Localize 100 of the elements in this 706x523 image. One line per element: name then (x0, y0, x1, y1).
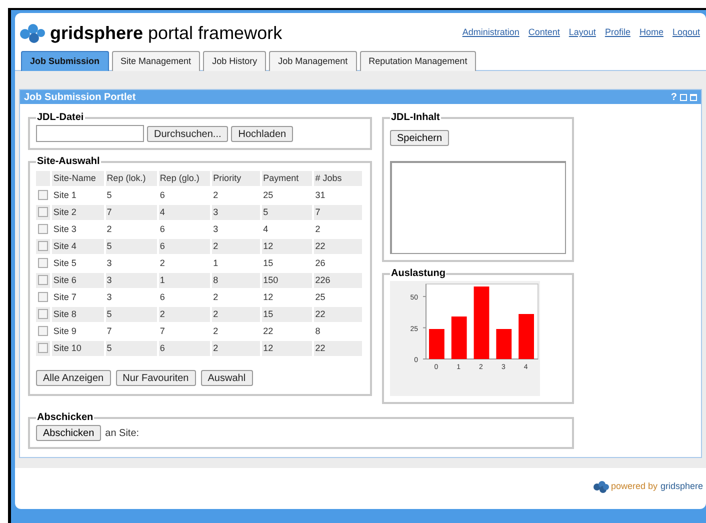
table-cell: Site 8 (52, 307, 104, 322)
form-button[interactable]: Nur Favouriten (116, 370, 196, 386)
bar (429, 329, 444, 359)
table-cell: Site 10 (52, 341, 104, 356)
table-cell: 150 (262, 273, 312, 288)
checkbox[interactable] (38, 258, 48, 268)
column-header: Payment (262, 171, 312, 186)
checkbox[interactable] (38, 343, 48, 354)
fieldset-legend: Auslastung (390, 266, 446, 281)
table-cell: 12 (262, 239, 312, 254)
fieldset-legend: JDL-Datei (36, 110, 85, 125)
checkbox[interactable] (38, 224, 48, 234)
table-cell-text: 6 (158, 222, 166, 236)
fieldset-legend: Abschicken (36, 410, 94, 425)
nav-link[interactable]: Profile (604, 26, 630, 40)
tab[interactable]: Reputation Management (360, 51, 476, 71)
table-cell: 3 (212, 205, 260, 220)
table-cell: Site 4 (52, 239, 104, 254)
fieldset-legend: JDL-Inhalt (390, 110, 441, 125)
save-button[interactable]: Speichern (390, 130, 450, 146)
minimize-icon[interactable] (680, 94, 687, 100)
checkbox[interactable] (38, 190, 48, 200)
table-cell-text: 7 (158, 324, 166, 338)
table-cell-text: Site 9 (52, 324, 78, 338)
table-cell-text: 3 (106, 256, 113, 270)
table-cell-text: Site 5 (52, 256, 78, 270)
table-cell-text: 1 (212, 256, 220, 270)
table-cell: 22 (314, 341, 362, 356)
tab[interactable]: Job History (203, 51, 266, 71)
maximize-icon[interactable] (690, 94, 697, 100)
table-cell-text: 2 (212, 324, 220, 338)
brand-name: gridsphere (50, 22, 144, 45)
table-cell: 1 (158, 273, 210, 288)
table-cell-text: 2 (212, 290, 220, 304)
tab[interactable]: Site Management (112, 51, 200, 71)
nav-link[interactable]: Home (639, 26, 664, 40)
portlet-title: Job Submission Portlet (24, 90, 136, 104)
checkbox[interactable] (38, 326, 48, 336)
table-cell: 15 (262, 307, 312, 322)
table-cell-text: 12 (262, 290, 274, 304)
submit-button[interactable]: Abschicken (36, 425, 102, 441)
table-cell-text: 15 (262, 256, 274, 270)
nav-link[interactable]: Content (528, 26, 560, 40)
table-cell: Site 6 (52, 273, 104, 288)
form-button[interactable]: Hochladen (231, 126, 294, 142)
table-cell: 4 (158, 205, 210, 220)
table-cell-text: 2 (106, 222, 113, 236)
site-label: an Site: (105, 426, 140, 440)
nav-link[interactable]: Administration (462, 26, 520, 40)
table-cell-text: 31 (314, 188, 326, 202)
table-cell-text: 2 (212, 188, 220, 202)
checkbox[interactable] (38, 241, 48, 252)
table-cell: 6 (158, 239, 210, 254)
checkbox[interactable] (38, 275, 48, 286)
table-cell-text: 25 (262, 188, 274, 202)
checkbox[interactable] (38, 309, 48, 320)
table-cell: 5 (106, 307, 157, 322)
tab[interactable]: Job Management (269, 51, 357, 71)
tab[interactable]: Job Submission (21, 51, 109, 71)
table-cell: 6 (158, 341, 210, 356)
table-cell-text: 8 (314, 324, 322, 338)
table-cell: Site 2 (52, 205, 104, 220)
table-cell-text: 3 (212, 222, 220, 236)
column-header: # Jobs (314, 171, 362, 186)
checkbox[interactable] (38, 207, 48, 218)
table-cell-text: 22 (262, 324, 274, 338)
table-cell: 8 (212, 273, 260, 288)
table-cell-text: 5 (106, 188, 113, 202)
bar (496, 329, 512, 359)
table-cell-text: Site 3 (52, 222, 78, 236)
table-cell: 5 (106, 239, 157, 254)
table-cell: 226 (314, 273, 362, 288)
table-cell-text: 2 (158, 256, 166, 270)
fieldset-legend: Site-Auswahl (36, 154, 101, 169)
nav-link[interactable]: Logout (672, 26, 700, 40)
table-cell: 22 (314, 307, 362, 322)
table-cell: 5 (262, 205, 312, 220)
table-cell-text: 7 (106, 324, 113, 338)
table-cell: 12 (262, 341, 312, 356)
nav-link[interactable]: Layout (568, 26, 596, 40)
table-cell: 3 (106, 273, 157, 288)
brand-tagline: portal framework (148, 22, 282, 45)
table-cell: 7 (314, 205, 362, 220)
jdl-content-field[interactable] (390, 161, 566, 254)
table-cell-text: 25 (314, 290, 326, 304)
table-cell-text: 6 (158, 290, 166, 304)
footer-brand: gridsphere (660, 480, 703, 493)
checkbox[interactable] (38, 292, 48, 302)
form-button[interactable]: Durchsuchen... (147, 126, 228, 142)
table-cell: 7 (106, 205, 157, 220)
file-path-field[interactable] (36, 125, 144, 142)
table-cell-text: 6 (158, 188, 166, 202)
table-cell: 22 (314, 239, 362, 254)
powered-by-label: powered by (610, 480, 658, 493)
form-button[interactable]: Auswahl (200, 370, 253, 386)
table-cell-text: Site 1 (52, 188, 78, 202)
logo-icon (19, 23, 47, 43)
table-cell: 2 (212, 341, 260, 356)
form-button[interactable]: Alle Anzeigen (36, 370, 111, 386)
table-cell-text: 4 (262, 222, 270, 236)
